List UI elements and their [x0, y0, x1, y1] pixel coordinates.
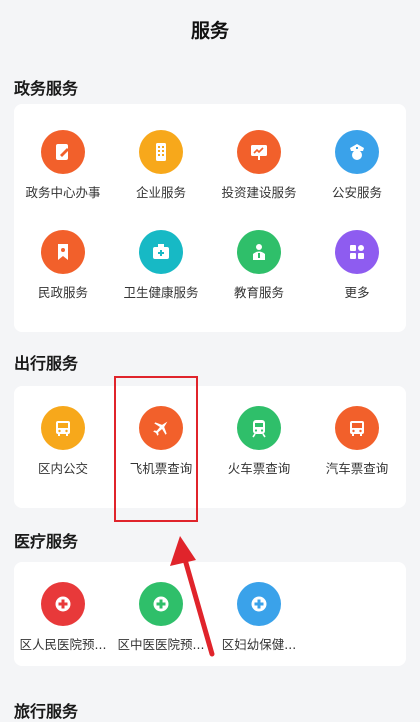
hospital-cross-icon [237, 582, 281, 626]
government-services-card: 政务中心办事 企业服务 投资建设服务 公安服务 民政服务 卫生健康服务 教育服务… [14, 104, 406, 332]
service-item-education[interactable]: 教育服务 [210, 230, 308, 301]
bookmark-icon [41, 230, 85, 274]
service-item-people-hospital[interactable]: 区人民医院预... [14, 582, 112, 653]
section-title-medical: 医疗服务 [14, 532, 79, 551]
building-icon [139, 130, 183, 174]
service-item-enterprise[interactable]: 企业服务 [112, 130, 210, 201]
annotation-arrow-icon [170, 536, 215, 657]
highlight-box [114, 376, 198, 522]
page-title: 服务 [190, 19, 229, 42]
service-item-label: 汽车票查询 [325, 461, 389, 476]
medical-kit-icon [139, 230, 183, 274]
section-title-government: 政务服务 [14, 79, 79, 98]
train-icon [237, 406, 281, 450]
service-item-investment[interactable]: 投资建设服务 [210, 130, 308, 201]
service-item-label: 更多 [344, 285, 370, 300]
service-item-label: 卫生健康服务 [123, 285, 199, 300]
section-title-tourism: 旅行服务 [14, 702, 79, 721]
travel-services-card: 区内公交 飞机票查询 火车票查询 汽车票查询 [14, 386, 406, 508]
service-item-label: 教育服务 [233, 285, 284, 300]
hospital-cross-icon [41, 582, 85, 626]
service-item-coach-query[interactable]: 汽车票查询 [308, 406, 406, 477]
service-item-label: 政务中心办事 [25, 185, 101, 200]
service-item-label: 区内公交 [37, 461, 88, 476]
edit-document-icon [41, 130, 85, 174]
service-item-label: 区人民医院预... [19, 637, 107, 652]
service-item-gov-center[interactable]: 政务中心办事 [14, 130, 112, 201]
service-item-label: 火车票查询 [227, 461, 291, 476]
service-item-civil-affairs[interactable]: 民政服务 [14, 230, 112, 301]
service-item-label: 民政服务 [37, 285, 88, 300]
bus-icon [41, 406, 85, 450]
service-item-label: 公安服务 [331, 185, 382, 200]
police-icon [335, 130, 379, 174]
service-item-police[interactable]: 公安服务 [308, 130, 406, 201]
service-item-train-query[interactable]: 火车票查询 [210, 406, 308, 477]
service-item-local-bus[interactable]: 区内公交 [14, 406, 112, 477]
coach-icon [335, 406, 379, 450]
more-grid-icon [335, 230, 379, 274]
service-item-more[interactable]: 更多 [308, 230, 406, 301]
teacher-icon [237, 230, 281, 274]
service-item-label: 企业服务 [135, 185, 186, 200]
service-item-label: 投资建设服务 [221, 185, 297, 200]
chart-board-icon [237, 130, 281, 174]
service-item-health[interactable]: 卫生健康服务 [112, 230, 210, 301]
section-title-travel: 出行服务 [14, 354, 79, 373]
